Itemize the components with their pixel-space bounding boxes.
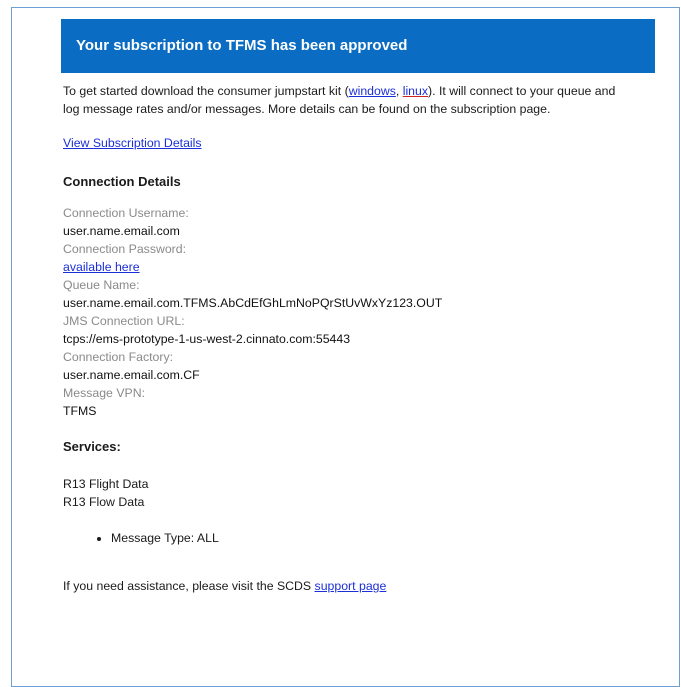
email-body: To get started download the consumer jum… xyxy=(63,82,633,595)
services-list: R13 Flight Data R13 Flow Data xyxy=(63,475,633,511)
service-item: R13 Flight Data xyxy=(63,477,149,491)
jms-url-label: JMS Connection URL: xyxy=(63,314,185,328)
message-vpn-label: Message VPN: xyxy=(63,386,146,400)
jms-url-value: tcps://ems-prototype-1-us-west-2.cinnato… xyxy=(63,332,351,346)
connection-fields: Connection Username: user.name.email.com… xyxy=(63,204,633,420)
view-subscription-details-link[interactable]: View Subscription Details xyxy=(63,134,202,152)
services-heading: Services: xyxy=(63,439,121,454)
password-available-link[interactable]: available here xyxy=(63,260,140,274)
intro-paragraph: To get started download the consumer jum… xyxy=(63,82,633,118)
banner-title: Your subscription to TFMS has been appro… xyxy=(76,37,408,54)
message-type-list: Message Type: ALL xyxy=(63,529,633,547)
assistance-footer: If you need assistance, please visit the… xyxy=(63,577,633,595)
intro-separator: , xyxy=(395,84,403,98)
connection-password-label: Connection Password: xyxy=(63,242,187,256)
queue-name-value: user.name.email.com.TFMS.AbCdEfGhLmNoPQr… xyxy=(63,296,443,310)
connection-factory-value: user.name.email.com.CF xyxy=(63,368,200,382)
service-item: R13 Flow Data xyxy=(63,495,145,509)
windows-link[interactable]: windows xyxy=(349,84,396,98)
queue-name-label: Queue Name: xyxy=(63,278,140,292)
support-page-link[interactable]: support page xyxy=(315,579,387,593)
message-type-item: Message Type: ALL xyxy=(111,529,633,547)
intro-text-before: To get started download the consumer jum… xyxy=(63,84,349,98)
connection-username-value: user.name.email.com xyxy=(63,224,180,238)
linux-link[interactable]: linux xyxy=(403,84,428,98)
footer-text: If you need assistance, please visit the… xyxy=(63,579,315,593)
message-vpn-value: TFMS xyxy=(63,404,97,418)
connection-details-heading: Connection Details xyxy=(63,174,181,189)
connection-factory-label: Connection Factory: xyxy=(63,350,174,364)
approval-banner: Your subscription to TFMS has been appro… xyxy=(61,19,655,73)
connection-username-label: Connection Username: xyxy=(63,206,189,220)
